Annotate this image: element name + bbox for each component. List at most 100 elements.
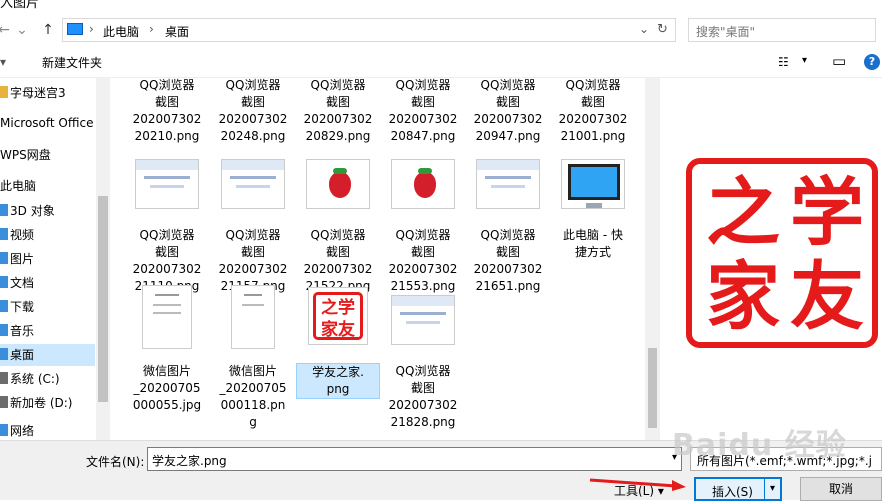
seal-char: 家: [706, 254, 780, 340]
organize-dropdown-icon[interactable]: ▾: [0, 55, 6, 69]
file-item[interactable]: QQ浏览器 截图 202007302 21828.png: [381, 363, 465, 431]
file-name-line: 202007302: [558, 112, 628, 126]
documents-icon: [0, 276, 8, 288]
file-name-line: QQ浏览器: [139, 228, 195, 242]
sidebar-item-label: Microsoft Office: [0, 116, 94, 130]
sidebar-item[interactable]: 3D 对象: [0, 200, 95, 222]
3d-objects-icon: [0, 204, 8, 216]
file-name-line: 20947.png: [475, 129, 541, 143]
search-input[interactable]: 搜索"桌面": [688, 18, 876, 42]
file-name-line: 捷方式: [574, 245, 611, 259]
red-annotation-arrow: [589, 478, 686, 491]
file-name-line: QQ浏览器: [480, 228, 536, 242]
image-thumbnail[interactable]: [391, 295, 455, 345]
recent-dropdown-icon[interactable]: ⌄: [12, 20, 32, 40]
computer-shortcut-icon[interactable]: [561, 159, 625, 209]
up-arrow-icon[interactable]: ↑: [38, 20, 58, 40]
image-thumbnail[interactable]: [231, 285, 275, 349]
nav-pane-scrollbar[interactable]: [96, 78, 110, 440]
navigation-pane: 字母迷宫3 Microsoft Office WPS网盘此电脑 3D 对象视频图片文档…: [0, 78, 112, 440]
sidebar-item[interactable]: 图片: [0, 248, 95, 270]
file-item[interactable]: QQ浏览器 截图 202007302 21553.png: [381, 227, 465, 295]
file-name-line: 20829.png: [305, 129, 371, 143]
sidebar-item[interactable]: 音乐: [0, 320, 95, 342]
drive-icon: [0, 396, 8, 408]
file-item[interactable]: 此电脑 - 快捷方式: [551, 227, 635, 261]
file-name-line: 截图: [410, 245, 435, 259]
file-name-line: QQ浏览器: [395, 364, 451, 378]
seal-char: 学: [790, 170, 864, 256]
preview-pane-icon[interactable]: ▭: [832, 52, 846, 70]
file-name-line: g: [249, 415, 257, 429]
file-item[interactable]: QQ浏览器 截图 202007302 20847.png: [381, 78, 465, 145]
file-item[interactable]: 微信图片 _20200705 000055.jpg: [125, 363, 209, 414]
file-item[interactable]: QQ浏览器 截图 202007302 20829.png: [296, 78, 380, 145]
filename-input[interactable]: 学友之家.png ▾: [147, 447, 682, 471]
breadcrumb-this-pc[interactable]: 此电脑: [103, 23, 139, 40]
network-icon: [0, 424, 8, 436]
file-name-line: 21553.png: [390, 279, 456, 293]
toolbar: ▾ 新建文件夹 ☷ ▾ ▭ ?: [0, 46, 882, 78]
sidebar-item[interactable]: Microsoft Office: [0, 112, 95, 134]
seal-char: 之: [706, 170, 780, 256]
insert-button[interactable]: 插入(S) ▾: [694, 477, 782, 501]
sidebar-item[interactable]: 下载: [0, 296, 95, 318]
image-thumbnail[interactable]: [476, 159, 540, 209]
insert-dropdown-icon[interactable]: ▾: [764, 479, 780, 499]
sidebar-item[interactable]: 视频: [0, 224, 95, 246]
folder-icon: [0, 86, 8, 98]
sidebar-item[interactable]: 桌面: [0, 344, 95, 366]
insert-label: 插入(S): [712, 485, 753, 499]
file-name-line: 202007302: [132, 262, 202, 276]
help-icon[interactable]: ?: [864, 54, 880, 70]
sidebar-item-label: 3D 对象: [10, 204, 55, 218]
file-item[interactable]: 微信图片 _20200705 000118.pn g: [211, 363, 295, 431]
chevron-right-icon: ›: [149, 22, 154, 36]
file-item[interactable]: QQ浏览器 截图 202007302 20248.png: [211, 78, 295, 145]
file-item[interactable]: 学友之家. png: [296, 363, 380, 399]
sidebar-item[interactable]: 网络: [0, 420, 95, 440]
sidebar-item[interactable]: 新加卷 (D:): [0, 392, 95, 414]
refresh-icon[interactable]: ↻: [657, 22, 668, 37]
file-name-line: QQ浏览器: [139, 78, 195, 92]
file-name-line: 学友之家.: [312, 365, 364, 379]
file-name-line: 21651.png: [475, 279, 541, 293]
address-dropdown-icon[interactable]: ⌄: [639, 22, 649, 36]
scrollbar-thumb[interactable]: [98, 196, 108, 402]
sidebar-item[interactable]: 此电脑: [0, 175, 95, 197]
image-thumbnail[interactable]: [306, 159, 370, 209]
file-name-line: 20248.png: [220, 129, 286, 143]
file-name-line: 202007302: [218, 112, 288, 126]
sidebar-item[interactable]: WPS网盘: [0, 144, 95, 166]
file-name-line: 截图: [240, 245, 265, 259]
file-name-line: 202007302: [388, 112, 458, 126]
breadcrumb-desktop[interactable]: 桌面: [165, 23, 189, 40]
sidebar-item[interactable]: 文档: [0, 272, 95, 294]
file-item[interactable]: QQ浏览器 截图 202007302 20947.png: [466, 78, 550, 145]
address-bar[interactable]: › 此电脑 › 桌面 ⌄ ↻: [62, 18, 676, 42]
file-item[interactable]: QQ浏览器 截图 202007302 21522.png: [296, 227, 380, 295]
file-name-line: 截图: [154, 95, 179, 109]
sidebar-item-label: 视频: [10, 228, 35, 242]
image-thumbnail[interactable]: [221, 159, 285, 209]
new-folder-button[interactable]: 新建文件夹: [42, 54, 102, 71]
file-item[interactable]: QQ浏览器 截图 202007302 21651.png: [466, 227, 550, 295]
file-item[interactable]: QQ浏览器 截图 202007302 20210.png: [125, 78, 209, 145]
scrollbar-thumb[interactable]: [648, 348, 657, 428]
image-thumbnail[interactable]: [142, 285, 192, 349]
file-name-line: 截图: [410, 381, 435, 395]
pictures-icon: [0, 252, 8, 264]
sidebar-item-label: 文档: [10, 276, 35, 290]
drive-icon: [0, 372, 8, 384]
file-item[interactable]: QQ浏览器 截图 202007302 21001.png: [551, 78, 635, 145]
sidebar-item[interactable]: 系统 (C:): [0, 368, 95, 390]
file-list-scrollbar[interactable]: [645, 78, 660, 440]
view-dropdown-icon[interactable]: ▾: [802, 55, 807, 66]
view-icon[interactable]: ☷: [778, 55, 789, 69]
image-thumbnail[interactable]: [135, 159, 199, 209]
image-thumbnail[interactable]: [391, 159, 455, 209]
cancel-button[interactable]: 取消: [800, 477, 882, 501]
sidebar-item[interactable]: 字母迷宫3: [0, 82, 95, 104]
seal-thumbnail[interactable]: 之学 家友: [308, 287, 368, 345]
downloads-icon: [0, 300, 8, 312]
